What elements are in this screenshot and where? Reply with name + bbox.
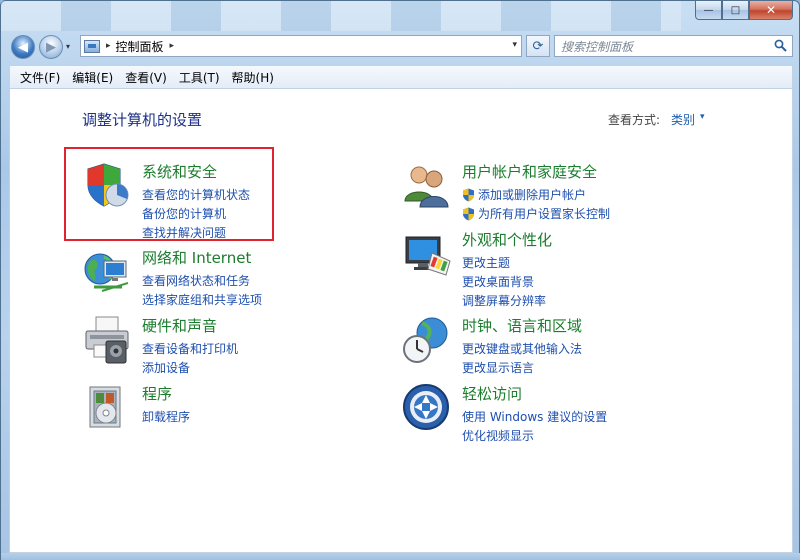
maximize-button[interactable]: □ xyxy=(722,1,749,20)
link-screen-resolution[interactable]: 调整屏幕分辨率 xyxy=(462,291,546,310)
refresh-button[interactable]: ⟳ xyxy=(526,35,550,57)
control-panel-icon xyxy=(84,39,100,53)
menu-view[interactable]: 查看(V) xyxy=(119,69,173,86)
category-title[interactable]: 程序 xyxy=(142,383,172,404)
view-by-label: 查看方式: xyxy=(608,113,661,127)
breadcrumb-separator[interactable]: ▸ xyxy=(106,41,111,51)
category-title[interactable]: 用户帐户和家庭安全 xyxy=(462,161,597,182)
link-add-device[interactable]: 添加设备 xyxy=(142,358,238,377)
category-title[interactable]: 硬件和声音 xyxy=(142,315,217,336)
category-title[interactable]: 时钟、语言和区域 xyxy=(462,315,582,336)
address-bar[interactable]: ▸ 控制面板 ▸ ▾ xyxy=(80,35,522,57)
view-by-dropdown[interactable]: 类别 xyxy=(671,111,695,128)
minimize-button[interactable]: — xyxy=(695,1,722,20)
link-devices-printers[interactable]: 查看设备和打印机 xyxy=(142,339,238,358)
breadcrumb-control-panel[interactable]: 控制面板 xyxy=(116,38,164,55)
printer-icon[interactable] xyxy=(82,315,132,365)
monitor-palette-icon[interactable] xyxy=(402,229,452,279)
link-change-theme[interactable]: 更改主题 xyxy=(462,253,546,272)
ease-of-access-icon[interactable] xyxy=(402,383,452,433)
category-title[interactable]: 网络和 Internet xyxy=(142,247,251,268)
link-network-status[interactable]: 查看网络状态和任务 xyxy=(142,271,262,290)
search-placeholder: 搜索控制面板 xyxy=(561,39,634,54)
window-frame: — □ ✕ ◀ ▶ ▾ ▸ 控制面板 ▸ ▾ ⟳ 搜索控制面板 文件(F) 编辑… xyxy=(0,0,800,560)
recent-pages-dropdown[interactable]: ▾ xyxy=(66,42,70,51)
link-display-language[interactable]: 更改显示语言 xyxy=(462,358,582,377)
address-dropdown[interactable]: ▾ xyxy=(512,40,517,50)
close-button[interactable]: ✕ xyxy=(749,1,793,20)
chevron-down-icon[interactable]: ▾ xyxy=(700,112,705,122)
title-bar-glass xyxy=(1,1,681,31)
category-title[interactable]: 外观和个性化 xyxy=(462,229,552,250)
network-globe-icon[interactable] xyxy=(82,247,132,297)
link-change-keyboard[interactable]: 更改键盘或其他输入法 xyxy=(462,339,582,358)
link-view-computer-status[interactable]: 查看您的计算机状态 xyxy=(142,185,250,204)
link-uninstall-program[interactable]: 卸载程序 xyxy=(142,407,190,426)
uac-shield-icon xyxy=(463,188,474,201)
users-icon[interactable] xyxy=(402,161,452,211)
menu-edit[interactable]: 编辑(E) xyxy=(66,69,119,86)
search-icon[interactable] xyxy=(774,39,787,52)
clock-globe-icon[interactable] xyxy=(402,315,452,365)
link-backup-computer[interactable]: 备份您的计算机 xyxy=(142,204,250,223)
link-desktop-background[interactable]: 更改桌面背景 xyxy=(462,272,546,291)
menu-bar: 文件(F) 编辑(E) 查看(V) 工具(T) 帮助(H) xyxy=(9,65,793,89)
menu-file[interactable]: 文件(F) xyxy=(14,69,66,86)
search-input[interactable]: 搜索控制面板 xyxy=(554,35,793,57)
bottom-border xyxy=(1,553,800,560)
link-windows-recommended-settings[interactable]: 使用 Windows 建议的设置 xyxy=(462,407,607,426)
link-homegroup-sharing[interactable]: 选择家庭组和共享选项 xyxy=(142,290,262,309)
link-troubleshoot[interactable]: 查找并解决问题 xyxy=(142,223,250,242)
link-label[interactable]: 添加或删除用户帐户 xyxy=(478,186,586,203)
link-optimize-display[interactable]: 优化视频显示 xyxy=(462,426,607,445)
menu-tools[interactable]: 工具(T) xyxy=(173,69,226,86)
programs-icon[interactable] xyxy=(82,383,132,433)
back-button[interactable]: ◀ xyxy=(11,35,35,59)
forward-button[interactable]: ▶ xyxy=(39,35,63,59)
link-label[interactable]: 为所有用户设置家长控制 xyxy=(478,205,610,222)
category-title[interactable]: 轻松访问 xyxy=(462,383,522,404)
link-add-remove-user[interactable]: 添加或删除用户帐户 xyxy=(462,185,610,204)
page-title: 调整计算机的设置 xyxy=(82,111,203,129)
category-title[interactable]: 系统和安全 xyxy=(142,161,217,182)
link-parental-controls[interactable]: 为所有用户设置家长控制 xyxy=(462,204,610,223)
uac-shield-icon xyxy=(463,207,474,220)
content-pane: 调整计算机的设置 查看方式: 类别 ▾ 系统和安全 查看您的计算机状态 备份您的… xyxy=(9,89,793,553)
navigation-bar: ◀ ▶ ▾ ▸ 控制面板 ▸ ▾ ⟳ 搜索控制面板 xyxy=(9,33,793,59)
breadcrumb-separator-end[interactable]: ▸ xyxy=(170,41,175,51)
caption-buttons: — □ ✕ xyxy=(695,1,793,21)
menu-help[interactable]: 帮助(H) xyxy=(226,69,280,86)
shield-icon[interactable] xyxy=(82,161,132,211)
